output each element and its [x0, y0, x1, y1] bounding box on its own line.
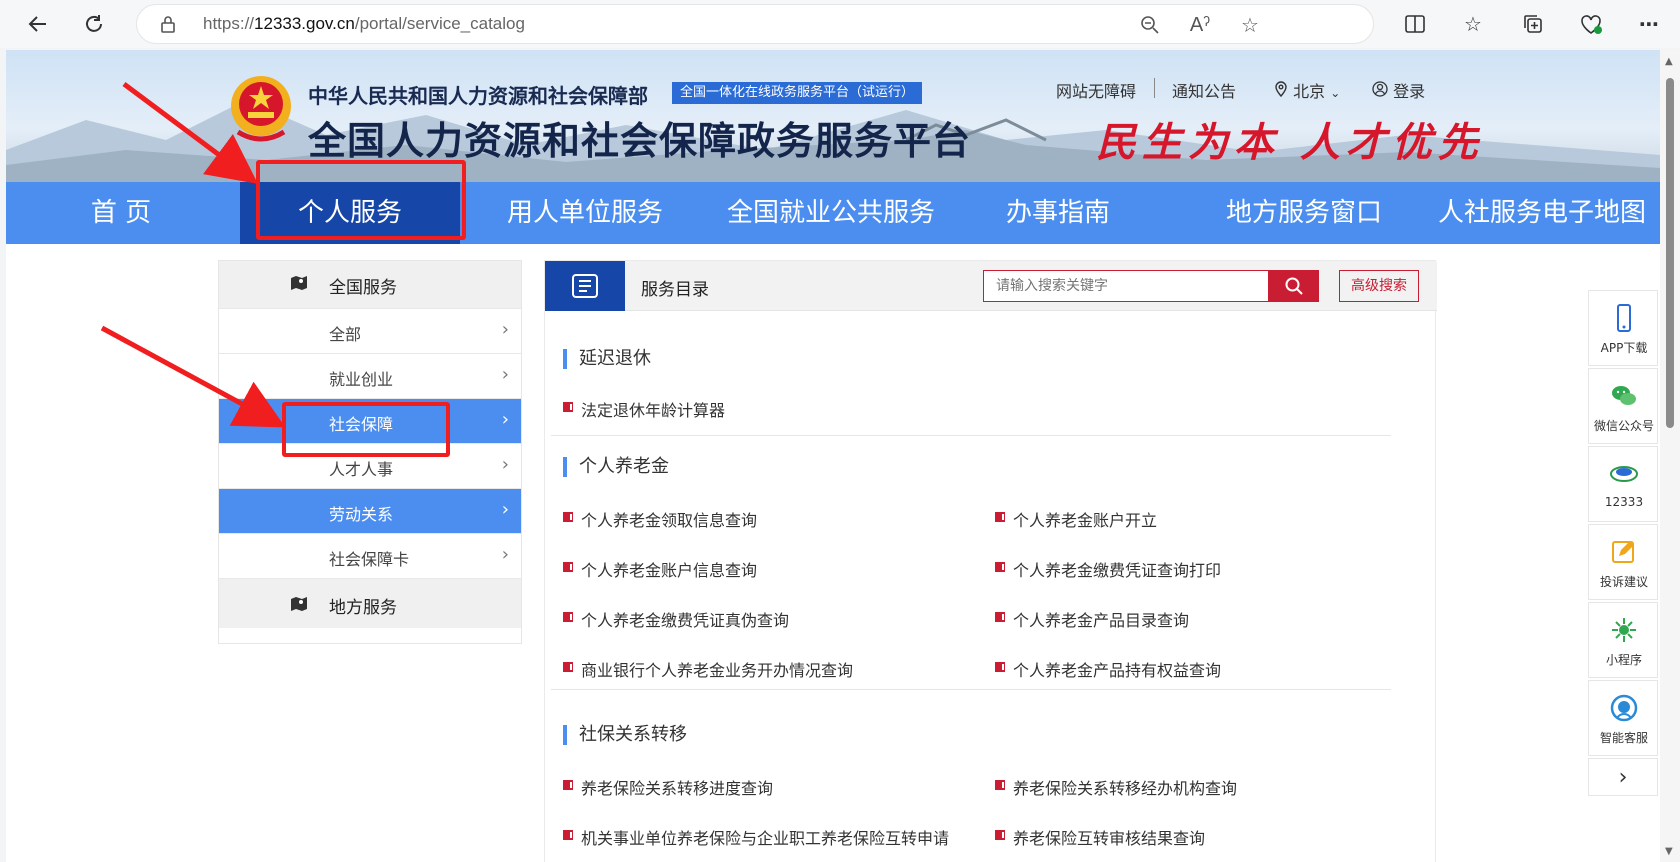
annotation-arrow [100, 325, 286, 428]
split-screen-icon[interactable] [1400, 10, 1430, 38]
browser-essentials-icon[interactable] [1576, 10, 1606, 38]
annotation-highlight-box [256, 160, 466, 240]
page-viewport: 中华人民共和国人力资源和社会保障部 全国一体化在线政务服务平台（试运行） 全国人… [6, 50, 1660, 862]
annotation-arrow [122, 81, 259, 184]
zoom-out-icon[interactable] [1137, 12, 1163, 38]
collections-icon[interactable] [1518, 10, 1548, 38]
address-bar[interactable]: https://12333.gov.cn/portal/service_cata… [136, 4, 1374, 44]
lock-icon [159, 14, 177, 38]
page-scrollbar[interactable]: ▲ ▼ [1660, 50, 1680, 862]
more-options-icon[interactable]: ⋯ [1634, 10, 1664, 38]
url-text: https://12333.gov.cn/portal/service_cata… [203, 14, 525, 33]
back-arrow-icon[interactable] [22, 8, 54, 40]
browser-toolbar: https://12333.gov.cn/portal/service_cata… [0, 0, 1680, 48]
favorites-icon[interactable]: ☆ [1458, 10, 1488, 38]
scroll-up-icon[interactable]: ▲ [1665, 56, 1673, 67]
refresh-icon[interactable] [78, 8, 110, 40]
scroll-down-icon[interactable]: ▼ [1665, 846, 1673, 857]
annotation-highlight-box [282, 402, 450, 457]
annotation-arrows [100, 81, 286, 428]
read-aloud-icon[interactable]: Aˀ [1187, 12, 1213, 38]
scrollbar-thumb[interactable] [1666, 78, 1674, 428]
favorite-star-icon[interactable]: ☆ [1237, 12, 1263, 38]
